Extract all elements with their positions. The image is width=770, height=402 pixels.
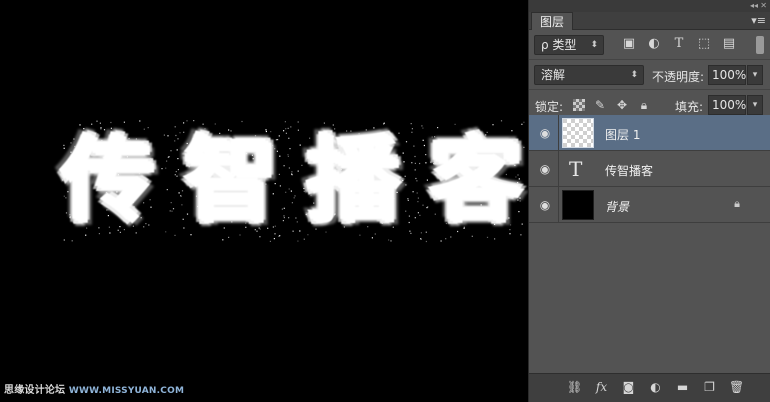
panel-menu-icon[interactable]: ▾≡ <box>751 14 766 27</box>
canvas-glyph: 传 <box>62 127 155 234</box>
canvas-dissolved-text: 传 智 播 客 <box>62 122 522 240</box>
visibility-eye-icon[interactable]: ◉ <box>537 125 553 141</box>
lock-icons: ✎ ✥ 🔒︎ <box>573 97 651 113</box>
blend-mode-dropdown[interactable]: 溶解 ⬍ <box>534 65 644 85</box>
layer-name[interactable]: 图层 1 <box>605 126 640 143</box>
close-panel-icon[interactable]: ✕ <box>760 0 767 12</box>
lock-label: 锁定: <box>535 100 564 114</box>
blend-mode-value: 溶解 <box>541 68 566 82</box>
layers-panel: ◂◂ ✕ 图层 ▾≡ ρ 类型 ⬍ ▣ ◐ T ⬚ ▤ 溶解 ⬍ 不透明度: 1… <box>528 0 770 402</box>
fx-icon[interactable]: fx <box>594 380 609 395</box>
dropdown-arrow-icon: ⬍ <box>630 70 638 80</box>
panel-tab-row: 图层 ▾≡ <box>529 12 770 30</box>
lock-transparent-pixels-icon[interactable] <box>573 99 585 111</box>
add-mask-icon[interactable]: ◙ <box>621 380 636 395</box>
layer-lock-icon: 🔒︎ <box>734 197 740 210</box>
document-canvas[interactable]: 传 智 播 客 思缘设计论坛 WWW.MISSYUAN.COM <box>0 0 528 402</box>
divider <box>558 187 559 223</box>
adjustment-filter-icon[interactable]: ◐ <box>646 36 662 52</box>
opacity-slider-toggle[interactable]: ▾ <box>747 65 763 85</box>
watermark: 思缘设计论坛 WWW.MISSYUAN.COM <box>4 381 184 396</box>
smart-object-filter-icon[interactable]: ▤ <box>721 36 737 52</box>
panel-bottom-toolbar: ⛓ fx ◙ ◐ ▬ ❐ 🗑︎ <box>529 373 770 402</box>
opacity-input[interactable]: 100% <box>708 65 746 85</box>
lock-image-pixels-icon[interactable]: ✎ <box>593 97 607 113</box>
collapse-panel-icon[interactable]: ◂◂ <box>750 0 758 12</box>
link-layers-icon[interactable]: ⛓ <box>567 380 582 395</box>
opacity-label: 不透明度: <box>652 70 705 84</box>
layers-list: ◉ 图层 1 ◉ T 传智播客 ◉ 背景 🔒︎ <box>529 115 770 373</box>
visibility-eye-icon[interactable]: ◉ <box>537 161 553 177</box>
image-filter-icon[interactable]: ▣ <box>621 36 637 52</box>
filter-toggle-switch[interactable] <box>756 36 764 54</box>
watermark-site-url: WWW.MISSYUAN.COM <box>68 386 185 396</box>
visibility-eye-icon[interactable]: ◉ <box>537 197 553 213</box>
layer-row-background[interactable]: ◉ 背景 🔒︎ <box>529 187 770 223</box>
new-layer-icon[interactable]: ❐ <box>702 380 717 395</box>
new-group-icon[interactable]: ▬ <box>675 380 690 395</box>
layer-name[interactable]: 传智播客 <box>605 162 653 179</box>
filter-row: ρ 类型 ⬍ ▣ ◐ T ⬚ ▤ <box>529 30 770 60</box>
layer-row-layer1[interactable]: ◉ 图层 1 <box>529 115 770 151</box>
canvas-glyph: 客 <box>429 127 522 234</box>
fill-slider-toggle[interactable]: ▾ <box>747 95 763 115</box>
dropdown-arrow-icon: ⬍ <box>590 40 598 50</box>
filter-kind-label: ρ 类型 <box>541 38 577 52</box>
lock-all-icon[interactable]: 🔒︎ <box>637 97 651 113</box>
layer-thumbnail[interactable] <box>562 118 594 148</box>
lock-position-icon[interactable]: ✥ <box>615 97 629 113</box>
layer-thumbnail[interactable] <box>562 190 594 220</box>
delete-layer-icon[interactable]: 🗑︎ <box>729 380 744 395</box>
canvas-glyph: 智 <box>184 127 277 234</box>
type-filter-icon[interactable]: T <box>671 36 687 52</box>
filter-icons: ▣ ◐ T ⬚ ▤ <box>621 36 737 52</box>
tab-layers[interactable]: 图层 <box>531 12 574 30</box>
canvas-glyph: 播 <box>307 127 400 234</box>
type-layer-icon[interactable]: T <box>569 157 582 181</box>
divider <box>558 151 559 187</box>
bottom-icons: ⛓ fx ◙ ◐ ▬ ❐ 🗑︎ <box>567 380 744 395</box>
adjustment-layer-icon[interactable]: ◐ <box>648 380 663 395</box>
blend-row: 溶解 ⬍ 不透明度: 100% ▾ <box>529 60 770 90</box>
layer-row-type[interactable]: ◉ T 传智播客 <box>529 151 770 187</box>
watermark-site-name: 思缘设计论坛 <box>4 385 66 396</box>
panel-title-bar: ◂◂ ✕ <box>529 0 770 12</box>
layer-name[interactable]: 背景 <box>605 198 629 215</box>
fill-label: 填充: <box>675 100 704 114</box>
fill-input[interactable]: 100% <box>708 95 746 115</box>
divider <box>558 115 559 151</box>
shape-filter-icon[interactable]: ⬚ <box>696 36 712 52</box>
filter-kind-dropdown[interactable]: ρ 类型 ⬍ <box>534 35 604 55</box>
